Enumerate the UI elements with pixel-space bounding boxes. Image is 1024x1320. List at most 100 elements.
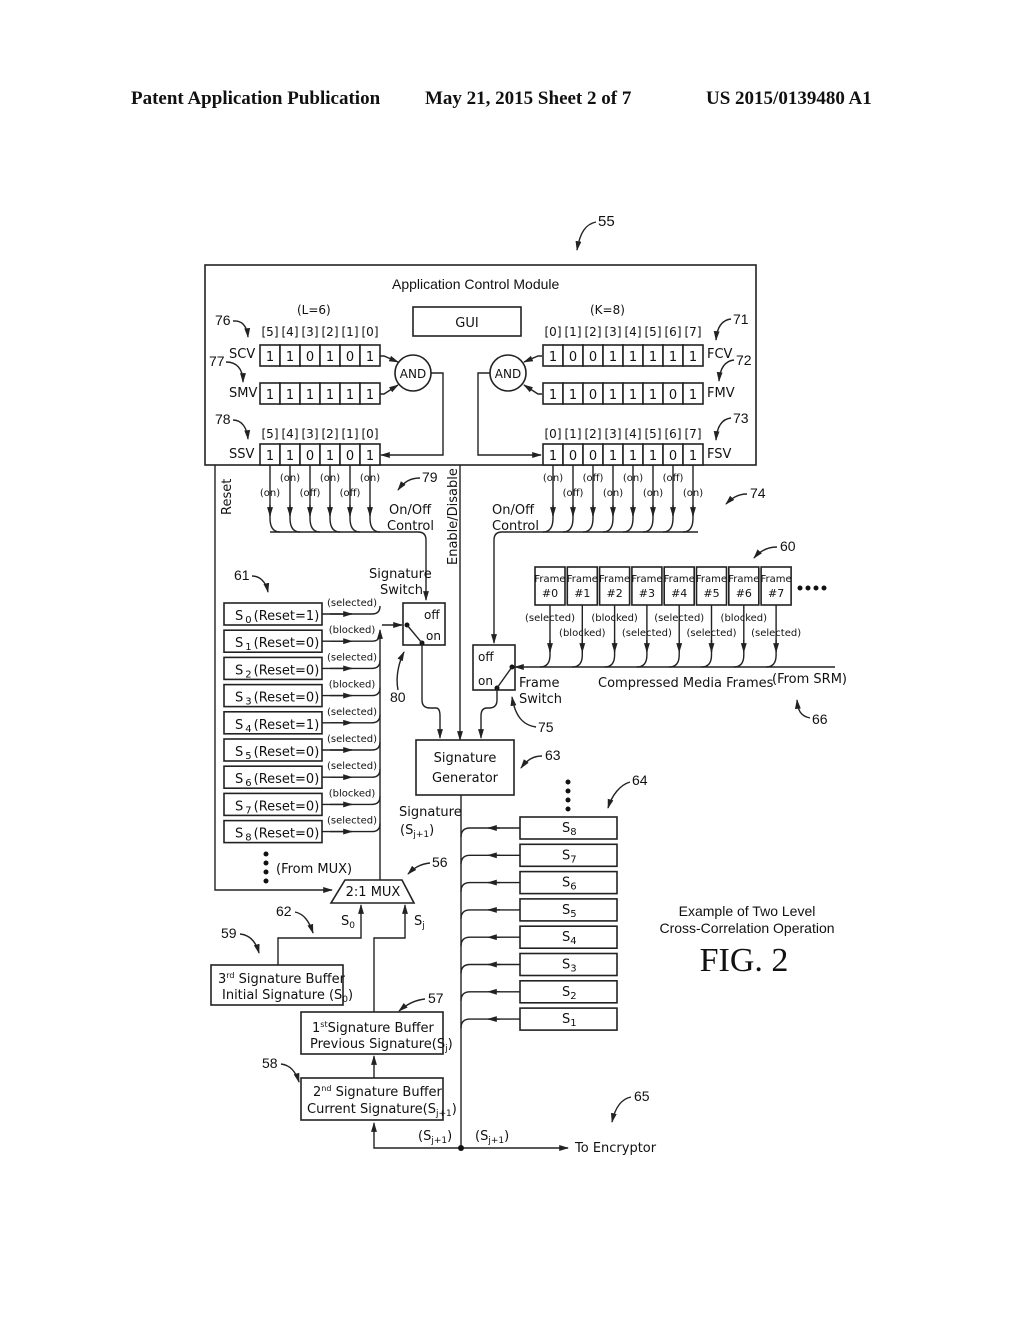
frame-switch-label-2: Switch [519, 692, 562, 707]
sig-top-index: [1] [342, 325, 359, 339]
frame-state: (selected) [686, 628, 736, 639]
stored-signature-item[interactable]: S8 [460, 816, 618, 840]
stored-signature-item[interactable]: S6 [460, 870, 618, 895]
sig-bottom-index: [4] [282, 427, 299, 441]
stored-signature-wire [460, 936, 520, 947]
reset-label: Reset [220, 479, 235, 515]
first-buffer-to-mux [373, 904, 408, 1012]
ref-56: 56 [432, 854, 448, 870]
sig-switch-on: on [426, 629, 441, 643]
signature-list-item[interactable]: S 2 (Reset=0)(selected) [223, 652, 381, 680]
fsv-bit: 0 [669, 449, 677, 464]
signature-slot-state: (blocked) [329, 680, 376, 691]
ref-59: 59 [221, 925, 237, 941]
frame-state: (blocked) [721, 613, 768, 624]
from-mux-label: (From MUX) [276, 862, 352, 877]
ref-55: 55 [598, 213, 615, 230]
signature-slot-state: (selected) [327, 707, 377, 718]
smv-register: 111111 [259, 382, 381, 405]
ref-55-leader [575, 221, 597, 251]
first-buffer-line2: Previous Signature(Sj) [310, 1037, 453, 1054]
fmv-bit: 1 [569, 388, 577, 403]
frame-title: Frame [696, 574, 727, 585]
signature-list-item[interactable]: S 7 (Reset=0)(blocked) [223, 788, 381, 816]
scv-bit: 1 [286, 350, 294, 365]
frame-number: #0 [542, 587, 558, 600]
smv-bit: 1 [286, 388, 294, 403]
fmv-register: 11011101 [542, 382, 704, 405]
frame-state: (selected) [525, 613, 575, 624]
ref-62: 62 [276, 903, 292, 919]
frame-control-label-1: On/Off [492, 503, 535, 518]
mux-input-s0: S0 [341, 914, 355, 931]
signature-list-item[interactable]: S 1 (Reset=0)(blocked) [223, 625, 381, 653]
ref-71: 71 [733, 311, 749, 327]
ref-76: 76 [215, 312, 231, 328]
frame-length-label: (K=8) [590, 303, 625, 317]
ref-60: 60 [780, 538, 796, 554]
sig-top-index: [5] [262, 325, 279, 339]
stored-signature-item[interactable]: S2 [460, 979, 618, 1004]
encryptor-destination: To Encryptor [574, 1141, 657, 1156]
signature-list-item[interactable]: S 3 (Reset=0)(blocked) [223, 680, 381, 708]
frame-state: (blocked) [591, 613, 638, 624]
stored-signature-wire [460, 963, 520, 974]
fmv-bit: 1 [629, 388, 637, 403]
frame-title: Frame [761, 574, 792, 585]
source-label: (From SRM) [772, 672, 847, 687]
sig-control-label-1: On/Off [389, 503, 432, 518]
ref-58-leader [280, 1063, 300, 1083]
signature-list-item[interactable]: S 0 (Reset=1)(selected) [223, 598, 381, 626]
ref-59-leader [239, 933, 260, 954]
stored-signature-wire [460, 1018, 520, 1029]
stored-signature-list: S8 S7S6 S5 S4S3S2 S1 [460, 816, 618, 1031]
frame-top-index: [4] [625, 325, 642, 339]
sig-switch-to-generator [421, 643, 443, 739]
stored-signature-wire [460, 909, 520, 919]
mux-input-sj: Sj [414, 914, 425, 931]
ssv-name: SSV [229, 447, 255, 462]
fmv-bit: 0 [589, 388, 597, 403]
stored-signature-item[interactable]: S5 [460, 898, 618, 922]
stored-signature-item[interactable]: S1 [460, 1007, 618, 1031]
fsv-bit: 1 [649, 449, 657, 464]
stored-signature-item[interactable]: S7 [460, 843, 618, 868]
second-buffer-line2: Current Signature(Sj+1) [307, 1102, 457, 1119]
ssv-bit: 0 [346, 449, 354, 464]
ssv-bit: 1 [326, 449, 334, 464]
frame-number: #5 [703, 587, 719, 600]
frame-bottom-index: [0] [545, 427, 562, 441]
signature-list-item[interactable]: S 6 (Reset=0)(selected) [223, 761, 381, 789]
frame-tap-state: (on) [683, 488, 703, 499]
sig-switch-off: off [424, 608, 440, 622]
sig-bottom-index: [0] [362, 427, 379, 441]
sig-bottom-index: [1] [342, 427, 359, 441]
frame-switch-to-generator [478, 688, 498, 739]
frame-top-index: [0] [545, 325, 562, 339]
frame-title: Frame [728, 574, 759, 585]
frame-bottom-index: [5] [645, 427, 662, 441]
scv-bit: 1 [326, 350, 334, 365]
frame-on-off-taps: (on)(off)(off)(on)(on)(on)(off)(on) [543, 465, 703, 533]
generator-line1: Signature [434, 751, 497, 766]
frame-state: (blocked) [559, 628, 606, 639]
caption-line2: Cross-Correlation Operation [659, 920, 834, 936]
frame-number: #6 [736, 587, 752, 600]
stored-signature-item[interactable]: S3 [460, 952, 618, 977]
fsv-register: 10011101 [542, 443, 704, 466]
third-buffer-line1: 3rd Signature Buffer [218, 971, 346, 987]
signature-list-item[interactable]: S 8 (Reset=0)(selected) [223, 816, 381, 844]
fmv-bit: 1 [689, 388, 697, 403]
frame-top-index: [2] [585, 325, 602, 339]
signature-list-item[interactable]: S 4 (Reset=1)(selected) [223, 707, 381, 735]
sig-top-index: [3] [302, 325, 319, 339]
generator-line2: Generator [432, 771, 499, 786]
ssv-bit: 1 [366, 449, 374, 464]
fmv-bit: 0 [669, 388, 677, 403]
stored-signature-item[interactable]: S4 [460, 925, 618, 950]
sig-top-index: [0] [362, 325, 379, 339]
sig-bottom-index: [3] [302, 427, 319, 441]
ref-64-leader [607, 781, 631, 809]
ref-79: 79 [422, 469, 438, 485]
signature-list-item[interactable]: S 5 (Reset=0)(selected) [223, 734, 381, 762]
